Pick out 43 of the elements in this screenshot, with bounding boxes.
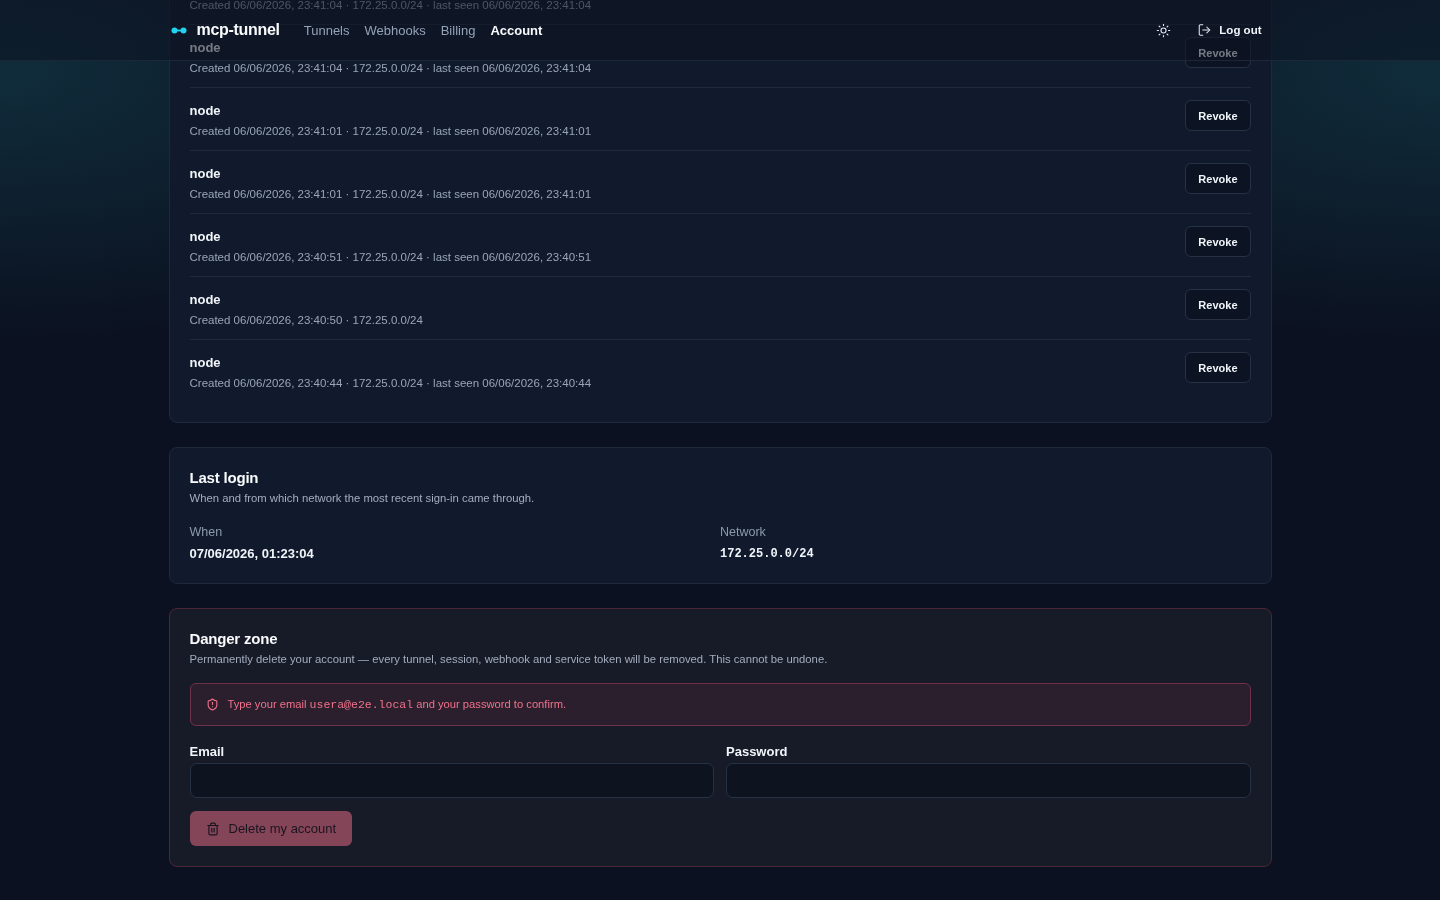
nav-tab[interactable]: Tunnels	[303, 22, 350, 38]
token-details: Created 06/06/2026, 23:41:04 · 172.25.0.0/24 · last seen 06/06/2026, 23:41:04	[189, 61, 592, 76]
theme-toggle-button[interactable]	[1156, 22, 1172, 38]
logout-icon	[1197, 23, 1213, 37]
revoke-button[interactable]: Revoke	[1185, 37, 1251, 68]
token-details: Created 06/06/2026, 23:41:01 · 172.25.0.0/24 · last seen 06/06/2026, 23:41:01	[189, 187, 592, 202]
card-description: When and from which network the most recent sign-in came through.	[189, 491, 536, 506]
token-name: node	[189, 229, 222, 245]
field-label: Email	[189, 744, 226, 760]
card-description: Permanently delete your account — every tunnel, session, webhook and service token will be removed. This cannot be undone.	[189, 652, 829, 667]
card-title: Danger zone	[189, 629, 279, 649]
revoke-button[interactable]: Revoke	[1185, 352, 1251, 383]
shield-alert-icon	[205, 698, 219, 711]
token-details: Created 06/06/2026, 23:41:01 · 172.25.0.0/24 · last seen 06/06/2026, 23:41:01	[189, 124, 592, 139]
field-value: 07/06/2026, 01:23:04	[189, 546, 315, 562]
revoke-button[interactable]: Revoke	[1185, 289, 1251, 320]
token-name: node	[189, 166, 222, 182]
token-name: node	[189, 355, 222, 371]
input-field[interactable]	[189, 763, 714, 798]
token-name: node	[189, 103, 222, 119]
field-label: Network	[720, 524, 767, 540]
nav-tab[interactable]: Webhooks	[364, 22, 426, 38]
token-details: Created 06/06/2026, 23:40:50 · 172.25.0.0/24	[189, 313, 423, 328]
logout-button[interactable]: Log out	[1191, 23, 1272, 37]
field-label: When	[189, 524, 224, 540]
revoke-button[interactable]: Revoke	[1185, 226, 1251, 257]
nav-tab[interactable]: Account	[490, 22, 543, 38]
nav-tab[interactable]: Billing	[440, 22, 476, 38]
token-details: Created 06/06/2026, 23:40:51 · 172.25.0.0/24 · last seen 06/06/2026, 23:40:51	[189, 250, 592, 265]
app-logo-text[interactable]: mcp-tunnel	[196, 21, 280, 39]
field-value: 172.25.0.0/24	[720, 546, 815, 562]
token-name: node	[189, 292, 222, 308]
revoke-button[interactable]: Revoke	[1185, 100, 1251, 131]
input-field[interactable]	[726, 763, 1251, 798]
token-details: Created 06/06/2026, 23:41:04 · 172.25.0.0/24 · last seen 06/06/2026, 23:41:04	[189, 0, 592, 13]
card-title: Last login	[189, 468, 260, 488]
sun-icon	[1156, 22, 1172, 38]
trash-icon	[205, 821, 220, 836]
revoke-button[interactable]: Revoke	[1185, 163, 1251, 194]
alert-message: Type your email usera@e2e.local and your password to confirm.	[227, 697, 567, 713]
token-details: Created 06/06/2026, 23:40:44 · 172.25.0.0/24 · last seen 06/06/2026, 23:40:44	[189, 376, 592, 391]
token-name: node	[189, 40, 222, 56]
field-label: Password	[726, 744, 789, 760]
